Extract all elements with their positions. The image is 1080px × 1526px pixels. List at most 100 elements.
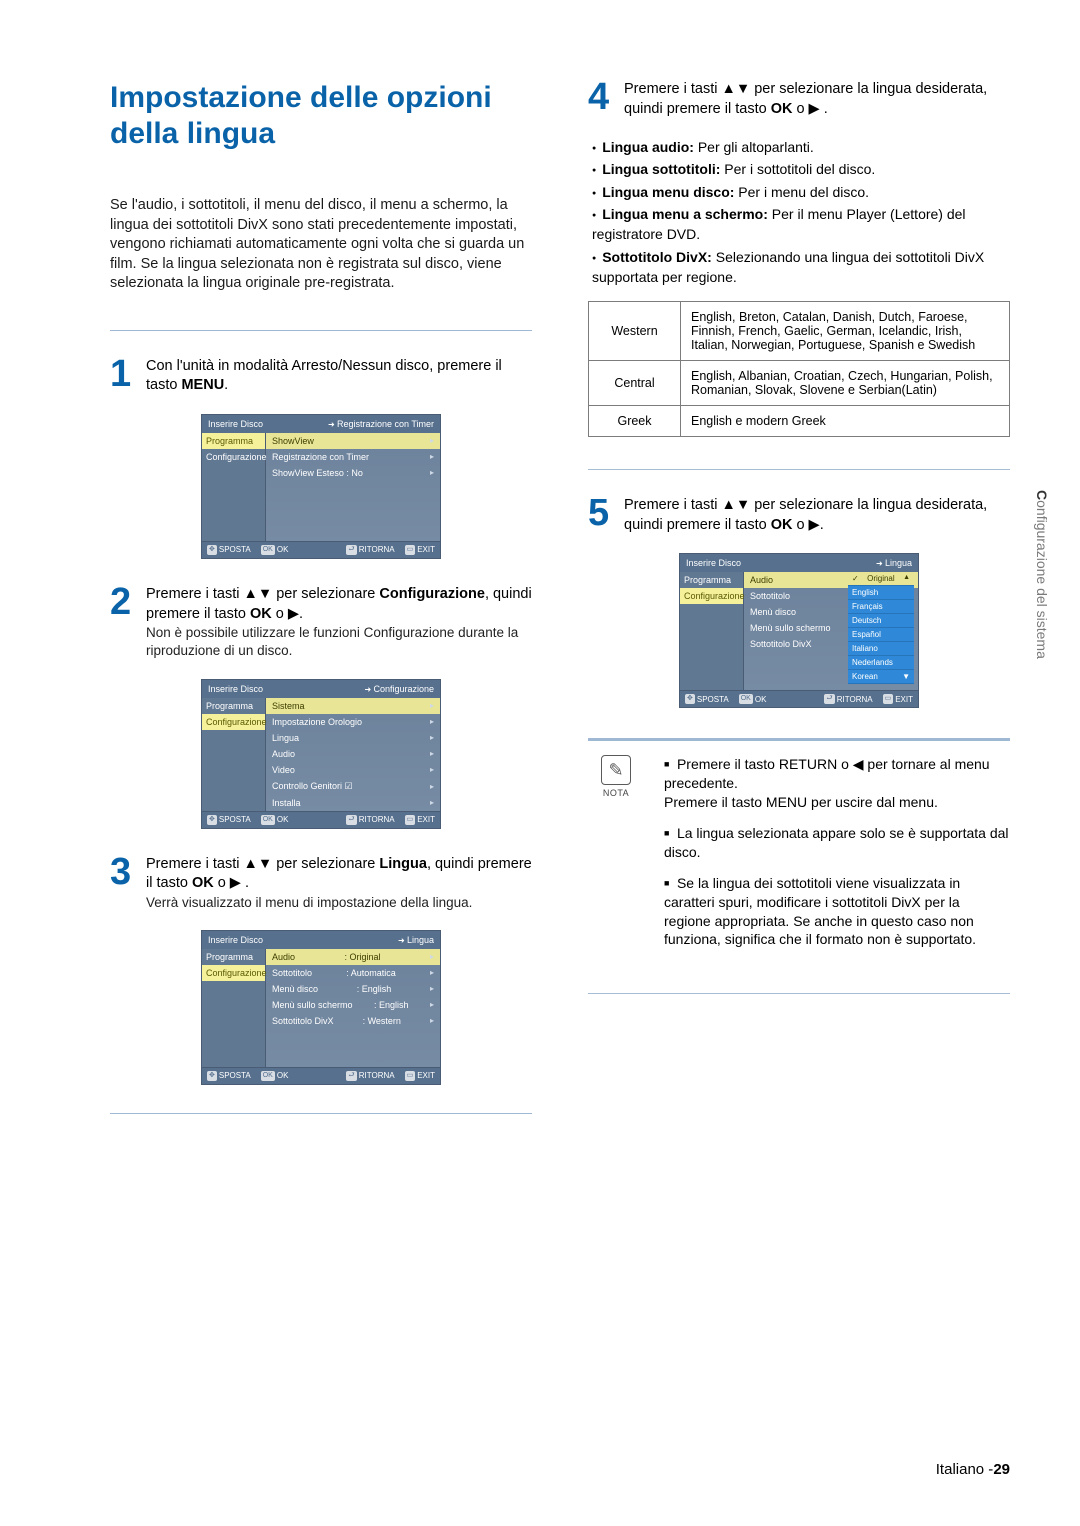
return-icon: ⮐ (824, 694, 834, 704)
exit-icon: ▭ (883, 694, 894, 704)
thick-divider (588, 738, 1010, 741)
s2-sub: Non è possibile utilizzare le funzioni C… (146, 624, 532, 660)
exit-icon: ▭ (405, 545, 416, 555)
osd3-side-1: Configurazione (202, 965, 266, 981)
page-title: Impostazione delle opzioni della lingua (110, 80, 532, 152)
note-item: Premere il tasto RETURN o ◀ per tornare … (664, 755, 1010, 812)
lang-option: Korean▼ (848, 670, 914, 684)
s3-bold: Lingua (379, 856, 427, 872)
ok-icon: OK (739, 694, 753, 704)
note-item: La lingua selezionata appare solo se è s… (664, 824, 1010, 862)
ok-label: OK (192, 875, 214, 891)
intro-paragraph: Se l'audio, i sottotitoli, il menu del d… (110, 196, 532, 294)
s3-sub: Verrà visualizzato il menu di impostazio… (146, 894, 532, 912)
up-arrow-icon: ▲ (903, 574, 910, 583)
osd1-side-1: Configurazione (202, 449, 266, 465)
ok-label: OK (250, 606, 272, 622)
step-text: Premere i tasti ▲▼ per selezionare Lingu… (146, 855, 532, 912)
language-dropdown: ✓Original▲ English Français Deutsch Espa… (848, 572, 914, 684)
bullet-item: Sottotitolo DivX: Selezionando una lingu… (592, 247, 1010, 288)
return-icon: ⮐ (346, 545, 356, 555)
caret-icon: ▸ (430, 798, 434, 807)
bullet-item: Lingua menu disco: Per i menu del disco. (592, 182, 1010, 202)
osd-screenshot-1: Inserire DiscoRegistrazione con Timer Pr… (201, 414, 441, 559)
updown-arrows-icon: ▲▼ (722, 497, 751, 513)
step-text: Premere i tasti ▲▼ per selezionare la li… (624, 496, 1010, 535)
langs-cell: English, Breton, Catalan, Danish, Dutch,… (681, 302, 1010, 361)
osd3-item-1: Sottotitolo: Automatica▸ (266, 965, 440, 981)
lang-option: Français (848, 600, 914, 614)
osd2-item-1: Impostazione Orologio▸ (266, 714, 440, 730)
s4-c: o ▶ . (792, 101, 827, 117)
s2-d: o ▶. (272, 606, 303, 622)
step-number: 4 (588, 80, 624, 114)
table-row: GreekEnglish e modern Greek (589, 406, 1010, 437)
down-arrow-icon: ▼ (902, 672, 910, 681)
note-icon: ✎ (601, 755, 631, 785)
osd-footer: ✥SPOSTA OKOK ⮐RITORNA ▭EXIT (680, 690, 918, 707)
s2-a: Premere i tasti (146, 586, 244, 602)
caret-icon: ▸ (430, 765, 434, 774)
langs-cell: English, Albanian, Croatian, Czech, Hung… (681, 361, 1010, 406)
step-number: 5 (588, 496, 624, 530)
step-text: Con l'unità in modalità Arresto/Nessun d… (146, 357, 532, 396)
caret-icon: ▸ (430, 452, 434, 461)
region-cell: Western (589, 302, 681, 361)
note-label: ✎ NOTA (588, 755, 644, 961)
move-icon: ✥ (207, 815, 217, 825)
step1-b: MENU (181, 377, 224, 393)
two-column-layout: Impostazione delle opzioni della lingua … (110, 80, 1010, 1114)
osd3-item-4: Sottotitolo DivX: Western▸ (266, 1013, 440, 1029)
table-row: CentralEnglish, Albanian, Croatian, Czec… (589, 361, 1010, 406)
osd1-side-0: Programma (202, 433, 266, 449)
langs-cell: English e modern Greek (681, 406, 1010, 437)
divider (588, 469, 1010, 470)
lang-option: Nederlands (848, 656, 914, 670)
osd2-item-6: Installa▸ (266, 795, 440, 811)
osd2-item-2: Lingua▸ (266, 730, 440, 746)
osd3-title: Inserire Disco (208, 935, 263, 945)
divider (110, 1113, 532, 1114)
osd1-item-1: Registrazione con Timer▸ (266, 449, 440, 465)
note-list: Premere il tasto RETURN o ◀ per tornare … (664, 755, 1010, 961)
osd-footer: ✥SPOSTA OKOK ⮐RITORNA ▭EXIT (202, 1067, 440, 1084)
note-item: Se la lingua dei sottotitoli viene visua… (664, 874, 1010, 950)
updown-arrows-icon: ▲▼ (722, 81, 751, 97)
caret-icon: ▸ (430, 749, 434, 758)
osd2-side-0: Programma (202, 698, 266, 714)
osd2-title: Inserire Disco (208, 684, 263, 694)
caret-icon: ▸ (430, 701, 434, 710)
step-3: 3 Premere i tasti ▲▼ per selezionare Lin… (110, 855, 532, 912)
step-number: 3 (110, 855, 146, 889)
return-icon: ⮐ (346, 1071, 356, 1081)
step-text: Premere i tasti ▲▼ per selezionare la li… (624, 80, 1010, 119)
ok-icon: OK (261, 815, 275, 825)
osd1-item-2: ShowView Esteso : No▸ (266, 465, 440, 481)
step-number: 1 (110, 357, 146, 391)
osd-footer: ✥SPOSTA OKOK ⮐RITORNA ▭EXIT (202, 541, 440, 558)
s4-a: Premere i tasti (624, 81, 722, 97)
table-row: WesternEnglish, Breton, Catalan, Danish,… (589, 302, 1010, 361)
ok-icon: OK (261, 1071, 275, 1081)
exit-icon: ▭ (405, 815, 416, 825)
s3-d: o ▶ . (214, 875, 249, 891)
sidetab-rest: onfigurazione del sistema (1034, 500, 1050, 659)
note-label-text: NOTA (588, 788, 644, 798)
osd2-item-3: Audio▸ (266, 746, 440, 762)
s2-b: per selezionare (272, 586, 379, 602)
sidetab-bold: C (1034, 490, 1050, 500)
move-icon: ✥ (207, 545, 217, 555)
osd5-crumb: Lingua (876, 558, 912, 568)
osd3-item-0: Audio: Original▸ (266, 949, 440, 965)
s2-bold: Configurazione (379, 586, 485, 602)
caret-icon: ▸ (430, 1000, 434, 1009)
move-icon: ✥ (207, 1071, 217, 1081)
footer-pagenum: 29 (993, 1461, 1010, 1478)
caret-icon: ▸ (430, 984, 434, 993)
osd-screenshot-2: Inserire DiscoConfigurazione ProgrammaSi… (201, 679, 441, 829)
osd1-item-0: ShowView▸ (266, 433, 440, 449)
footer-lang: Italiano - (936, 1461, 994, 1478)
caret-icon: ▸ (430, 952, 434, 961)
lang-option: ✓Original▲ (848, 572, 914, 586)
lang-option: Español (848, 628, 914, 642)
